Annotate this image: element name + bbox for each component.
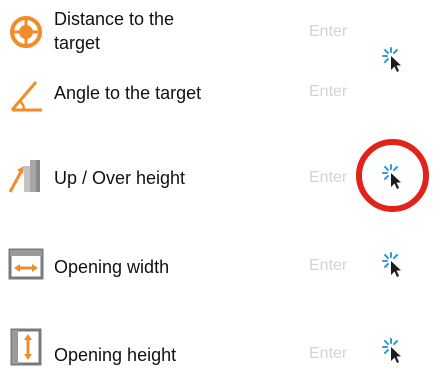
opening-width-label: Opening width (54, 257, 170, 277)
angle-row: Angle to the target Enter (0, 70, 441, 130)
opening-height-input[interactable]: Enter (309, 344, 347, 364)
opening-width-icon (8, 248, 44, 280)
tap-pointer-icon[interactable] (380, 251, 408, 279)
crosshair-target-icon (10, 16, 42, 48)
opening-height-label: Opening height (54, 345, 177, 365)
opening-width-input[interactable]: Enter (309, 256, 347, 276)
opening-width-row: Opening width Enter (0, 238, 441, 298)
distance-input[interactable]: Enter (309, 22, 347, 42)
distance-row: Distance to the target Enter (0, 0, 441, 60)
angle-input[interactable]: Enter (309, 82, 347, 102)
opening-height-row: Opening height Enter (0, 320, 441, 369)
distance-label-line2: target (54, 33, 101, 53)
up-over-height-icon (8, 160, 40, 193)
angle-label: Angle to the target (54, 83, 202, 103)
up-over-input[interactable]: Enter (309, 168, 347, 188)
tap-pointer-icon[interactable] (380, 337, 408, 365)
angle-icon (10, 81, 42, 112)
tap-pointer-icon[interactable] (380, 46, 408, 74)
distance-label-line1: Distance to the (54, 9, 175, 29)
distance-label: Distance to the target (54, 7, 174, 55)
up-over-label: Up / Over height (54, 168, 186, 188)
highlight-circle (356, 139, 429, 212)
opening-height-icon (10, 328, 42, 366)
